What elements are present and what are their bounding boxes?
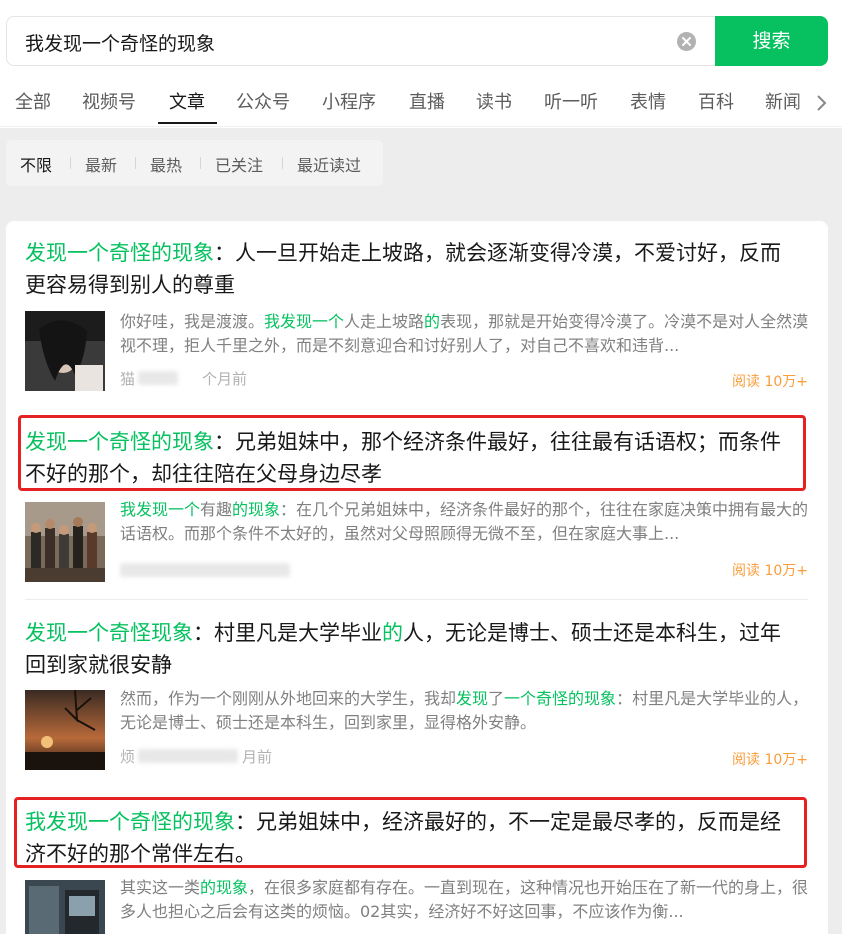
highlighted-keyword: 我发现一个 bbox=[264, 312, 345, 331]
filter-followed[interactable]: 已关注 bbox=[215, 152, 263, 176]
result-title[interactable]: 我发现一个奇怪的现象：兄弟姐妹中，经济最好的，不一定是最尽孝的，反而是经济不好的… bbox=[25, 806, 800, 870]
search-input[interactable]: 我发现一个奇怪的现象 bbox=[6, 16, 716, 66]
text-segment: 有趣 bbox=[200, 500, 233, 519]
tab-books[interactable]: 读书 bbox=[476, 88, 512, 114]
text-segment: 人走上坡路 bbox=[344, 312, 425, 331]
highlighted-keyword: 我发现一个 bbox=[120, 500, 201, 519]
tab-channels[interactable]: 视频号 bbox=[82, 88, 136, 114]
result-snippet: 然而，作为一个刚刚从外地回来的大学生，我却发现了一个奇怪的现象：村里凡是大学毕业… bbox=[120, 687, 810, 735]
result-source: 猫 bbox=[120, 370, 136, 388]
highlighted-keyword: 我发现一个奇怪的现象 bbox=[25, 810, 235, 834]
result-snippet: 你好哇，我是渡渡。我发现一个人走上坡路的表现，那就是开始变得冷漠了。冷漠不是对人… bbox=[120, 310, 810, 358]
search-header: 我发现一个奇怪的现象 搜索 全部 视频号 文章 公众号 小程序 直播 读书 听一… bbox=[0, 0, 842, 128]
filter-separator bbox=[200, 157, 201, 169]
clear-icon[interactable] bbox=[677, 32, 696, 51]
blurred-source bbox=[120, 563, 290, 577]
tab-live[interactable]: 直播 bbox=[409, 88, 445, 114]
text-segment: 然而，作为一个刚刚从外地回来的大学生，我却 bbox=[120, 689, 457, 708]
filter-separator bbox=[70, 157, 71, 169]
text-segment: ：村里凡是大学毕业 bbox=[193, 621, 382, 645]
tab-mini-programs[interactable]: 小程序 bbox=[322, 88, 376, 114]
highlighted-keyword: 发现一个奇怪的现象 bbox=[25, 241, 214, 265]
tab-listen[interactable]: 听一听 bbox=[544, 88, 598, 114]
results-list: 发现一个奇怪的现象：人一旦开始走上坡路，就会逐渐变得冷漠，不爱讨好，反而更容易得… bbox=[6, 221, 828, 934]
text-segment: 了 bbox=[488, 689, 505, 708]
result-time: 月前 bbox=[242, 748, 273, 766]
filter-latest[interactable]: 最新 bbox=[85, 152, 117, 176]
text-segment: 你好哇，我是渡渡。 bbox=[120, 312, 265, 331]
read-count: 阅读 10万+ bbox=[732, 752, 808, 768]
highlighted-keyword: 发现 bbox=[456, 689, 489, 708]
highlighted-keyword: 发现一个奇怪的现象 bbox=[25, 430, 214, 454]
search-query-text: 我发现一个奇怪的现象 bbox=[25, 33, 216, 55]
result-thumbnail bbox=[25, 690, 105, 770]
read-count: 阅读 10万+ bbox=[732, 563, 808, 579]
chevron-right-icon[interactable] bbox=[815, 92, 829, 118]
highlighted-keyword: 发现一个奇怪现象 bbox=[25, 621, 193, 645]
filter-separator bbox=[135, 157, 136, 169]
result-snippet: 其实这一类的现象，在很多家庭都有存在。一直到现在，这种情况也开始压在了新一代的身… bbox=[120, 876, 810, 924]
result-divider bbox=[25, 599, 808, 600]
search-button[interactable]: 搜索 bbox=[715, 16, 828, 66]
filter-bar: 不限 最新 最热 已关注 最近读过 bbox=[6, 140, 383, 186]
highlighted-keyword: 的现象 bbox=[200, 878, 249, 897]
blurred-source bbox=[138, 749, 238, 763]
result-time: 个月前 bbox=[202, 370, 248, 388]
result-thumbnail bbox=[25, 502, 105, 582]
category-tabs: 全部 视频号 文章 公众号 小程序 直播 读书 听一听 表情 百科 新闻 bbox=[0, 84, 842, 126]
filter-recently-read[interactable]: 最近读过 bbox=[297, 152, 361, 176]
result-thumbnail bbox=[25, 880, 105, 934]
tab-official-accounts[interactable]: 公众号 bbox=[236, 88, 290, 114]
filter-separator bbox=[282, 157, 283, 169]
result-title[interactable]: 发现一个奇怪的现象：兄弟姐妹中，那个经济条件最好，往往最有话语权；而条件不好的那… bbox=[25, 426, 800, 490]
tab-articles[interactable]: 文章 bbox=[169, 88, 205, 114]
highlighted-keyword: 的现象 bbox=[232, 500, 281, 519]
result-title[interactable]: 发现一个奇怪现象：村里凡是大学毕业的人，无论是博士、硕士还是本科生，过年回到家就… bbox=[25, 617, 800, 681]
tab-encyclopedia[interactable]: 百科 bbox=[698, 88, 734, 114]
highlighted-keyword: 的 bbox=[382, 621, 403, 645]
filter-unlimited[interactable]: 不限 bbox=[20, 152, 52, 176]
result-snippet: 我发现一个有趣的现象：在几个兄弟姐妹中，经济条件最好的那个，往往在家庭决策中拥有… bbox=[120, 498, 810, 546]
result-source: 烦 bbox=[120, 748, 136, 766]
highlighted-keyword: 的 bbox=[424, 312, 441, 331]
blurred-source bbox=[138, 371, 178, 385]
text-segment: 其实这一类 bbox=[120, 878, 201, 897]
result-thumbnail bbox=[25, 311, 105, 391]
tab-all[interactable]: 全部 bbox=[15, 88, 51, 114]
result-title[interactable]: 发现一个奇怪的现象：人一旦开始走上坡路，就会逐渐变得冷漠，不爱讨好，反而更容易得… bbox=[25, 237, 800, 301]
header-divider bbox=[0, 126, 842, 127]
active-tab-indicator bbox=[158, 122, 217, 124]
highlighted-keyword: 一个奇怪的现象 bbox=[504, 689, 617, 708]
tab-stickers[interactable]: 表情 bbox=[630, 88, 666, 114]
read-count: 阅读 10万+ bbox=[732, 374, 808, 390]
filter-hottest[interactable]: 最热 bbox=[150, 152, 182, 176]
